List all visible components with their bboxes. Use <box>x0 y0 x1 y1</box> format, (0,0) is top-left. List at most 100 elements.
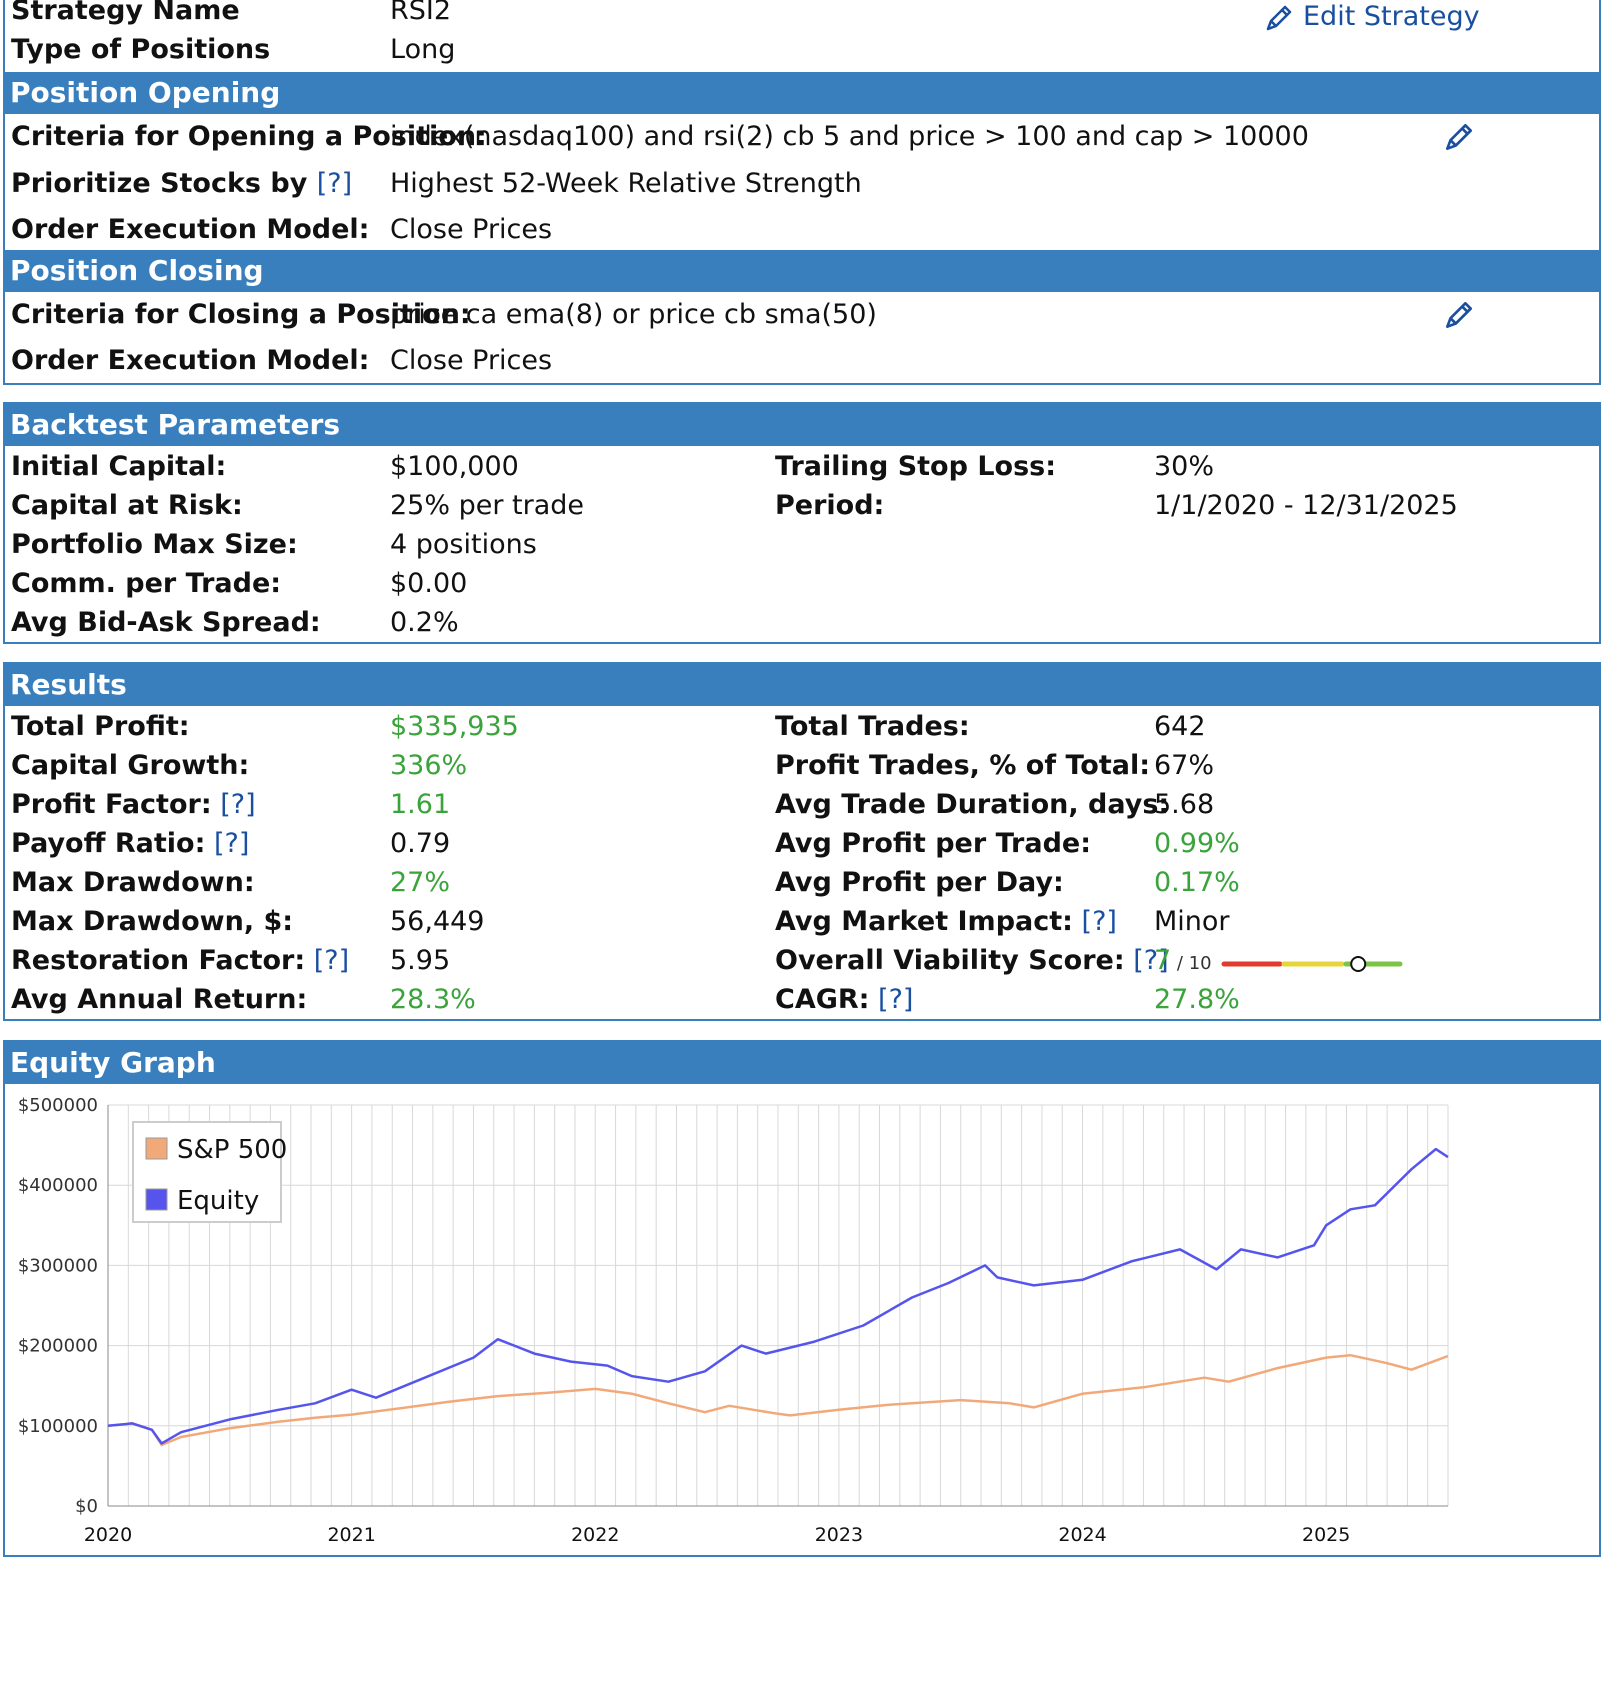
equity-graph-header: Equity Graph <box>5 1042 1599 1084</box>
results-label-text: Avg Trade Duration, days: <box>775 789 1170 820</box>
results-label-text: Avg Profit per Trade: <box>775 828 1092 859</box>
results-value-text: 56,449 <box>390 906 485 937</box>
y-tick-label: $200000 <box>18 1336 98 1357</box>
edit-closing-pencil-icon[interactable] <box>1442 298 1476 332</box>
y-tick-label: $500000 <box>18 1095 98 1116</box>
backtest-right-label: Period: <box>775 490 885 521</box>
edit-opening-pencil-icon[interactable] <box>1442 120 1476 154</box>
backtest-right-value: 1/1/2020 - 12/31/2025 <box>1154 490 1458 521</box>
results-left-label: Restoration Factor: [?] <box>11 944 349 978</box>
results-label-text: Max Drawdown, $: <box>11 906 294 937</box>
backtest-right-value: 30% <box>1154 451 1215 482</box>
x-tick-label: 2020 <box>84 1524 132 1546</box>
results-label-text: Max Drawdown: <box>11 867 255 898</box>
results-value-text: 336% <box>390 750 468 781</box>
backtest-left-label: Portfolio Max Size: <box>11 529 298 560</box>
results-right-value: 642 <box>1154 710 1206 744</box>
help-link[interactable]: [?] <box>1073 906 1117 937</box>
results-value-text: $335,935 <box>390 711 519 742</box>
backtest-right-label: Trailing Stop Loss: <box>775 451 1057 482</box>
results-right-label: Avg Profit per Trade: <box>775 827 1091 861</box>
help-link[interactable]: [?] <box>305 945 349 976</box>
results-right-label: Avg Trade Duration, days: <box>775 788 1169 822</box>
y-tick-label: $300000 <box>18 1255 98 1276</box>
results-left-label: Total Profit: <box>11 710 190 744</box>
results-value-text: 27% <box>390 867 451 898</box>
position-opening-header: Position Opening <box>5 72 1599 114</box>
results-value-text: 642 <box>1154 711 1206 742</box>
backtest-left-value: 4 positions <box>390 529 537 560</box>
results-value-text: 0.17% <box>1154 867 1240 898</box>
results-value-text: Minor <box>1154 906 1230 937</box>
results-label-text: Profit Trades, % of Total: <box>775 750 1151 781</box>
results-label-text: Avg Market Impact: <box>775 906 1073 937</box>
results-right-label: Avg Market Impact: [?] <box>775 905 1117 939</box>
results-right-value: Minor <box>1154 905 1230 939</box>
x-tick-label: 2025 <box>1302 1524 1350 1546</box>
results-left-label: Profit Factor: [?] <box>11 788 256 822</box>
results-left-label: Payoff Ratio: [?] <box>11 827 249 861</box>
results-left-value: 336% <box>390 749 467 783</box>
y-tick-label: $0 <box>75 1496 98 1517</box>
results-label-text: Total Trades: <box>775 711 970 742</box>
help-link[interactable]: [?] <box>869 984 913 1015</box>
position-closing-header: Position Closing <box>5 250 1599 292</box>
y-tick-label: $100000 <box>18 1416 98 1437</box>
y-tick-label: $400000 <box>18 1175 98 1196</box>
edit-strategy-label: Edit Strategy <box>1303 1 1480 32</box>
prioritize-label-text: Prioritize Stocks by <box>11 168 308 199</box>
legend-label: S&P 500 <box>177 1135 287 1165</box>
results-value-text: 27.8% <box>1154 984 1240 1015</box>
legend-label: Equity <box>177 1186 259 1216</box>
results-label-text: Profit Factor: <box>11 789 212 820</box>
results-left-value: 1.61 <box>390 788 450 822</box>
results-label-text: Avg Profit per Day: <box>775 867 1064 898</box>
results-left-value: 5.95 <box>390 944 450 978</box>
backtest-left-label: Initial Capital: <box>11 451 227 482</box>
results-value-text: 0.99% <box>1154 828 1240 859</box>
x-tick-label: 2022 <box>571 1524 619 1546</box>
results-value-text: 5.68 <box>1154 789 1215 820</box>
closing-criteria-value: price ca ema(8) or price cb sma(50) <box>390 299 877 330</box>
results-label-text: Restoration Factor: <box>11 945 306 976</box>
results-right-value: 27.8% <box>1154 983 1240 1017</box>
results-label-text: Payoff Ratio: <box>11 828 206 859</box>
results-left-value: 28.3% <box>390 983 476 1017</box>
results-label-text: Total Profit: <box>11 711 190 742</box>
results-label-text: Overall Viability Score: <box>775 945 1125 976</box>
results-right-value: 0.17% <box>1154 866 1240 900</box>
chart-legend: S&P 500 Equity <box>132 1121 287 1223</box>
backtest-left-label: Capital at Risk: <box>11 490 243 521</box>
help-link[interactable]: [?] <box>212 789 255 820</box>
strategy-name-label: Strategy Name <box>11 0 240 26</box>
backtest-left-value: $100,000 <box>390 451 519 482</box>
help-link[interactable]: [?] <box>205 828 249 859</box>
results-right-label: Profit Trades, % of Total: <box>775 749 1150 783</box>
results-right-value: 0.99% <box>1154 827 1240 861</box>
closing-execution-value: Close Prices <box>390 345 553 376</box>
results-left-label: Capital Growth: <box>11 749 249 783</box>
results-left-value: 56,449 <box>390 905 484 939</box>
position-type-value: Long <box>390 34 456 65</box>
results-label-text: Capital Growth: <box>11 750 250 781</box>
results-left-value: 27% <box>390 866 450 900</box>
equity-chart: $500000 $400000 $300000 $200000 $100000 $0 202… <box>18 1095 1449 1546</box>
prioritize-help-link[interactable]: [?] <box>317 168 352 199</box>
results-right-label: CAGR: [?] <box>775 983 913 1017</box>
results-left-label: Max Drawdown: <box>11 866 255 900</box>
viability-score-gauge <box>1221 956 1403 972</box>
x-tick-label: 2021 <box>327 1524 375 1546</box>
backtest-panel: Backtest Parameters Initial Capital: $10… <box>3 402 1601 644</box>
results-right-value: 5.68 <box>1154 788 1214 822</box>
backtest-left-label: Avg Bid-Ask Spread: <box>11 607 321 638</box>
results-value-text: 0.79 <box>390 828 451 859</box>
results-label-text: Avg Annual Return: <box>11 984 308 1015</box>
backtest-left-value: $0.00 <box>390 568 468 599</box>
opening-execution-label: Order Execution Model: <box>11 214 370 245</box>
results-value-text: 28.3% <box>390 984 476 1015</box>
closing-execution-label: Order Execution Model: <box>11 345 370 376</box>
opening-criteria-value: index(nasdaq100) and rsi(2) cb 5 and pri… <box>390 121 1309 152</box>
results-panel: Results Total Profit: $335,935 Capital Gro… <box>3 662 1601 1021</box>
results-value-text: 1.61 <box>390 789 451 820</box>
legend-swatch <box>145 1137 168 1160</box>
